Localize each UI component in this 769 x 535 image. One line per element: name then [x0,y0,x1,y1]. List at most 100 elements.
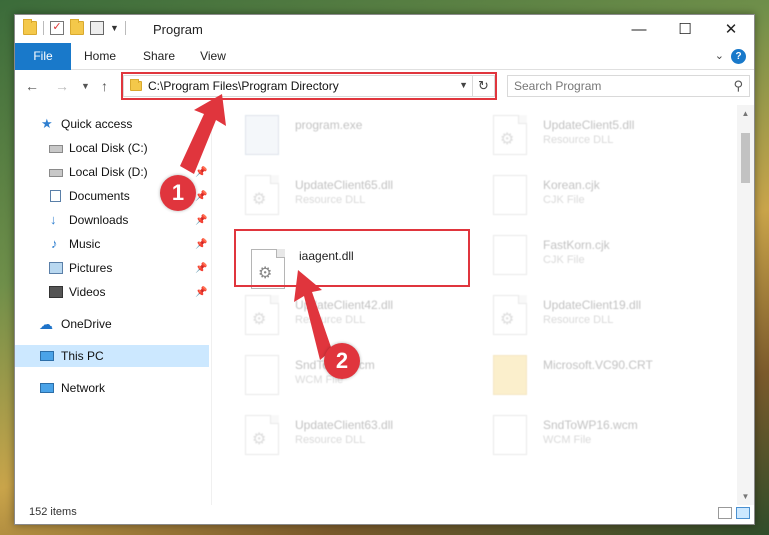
sidebar-item-label: Downloads [69,213,129,227]
tab-share[interactable]: Share [137,43,181,70]
back-arrow-icon[interactable]: ← [25,78,39,94]
up-arrow-icon[interactable]: ↑ [101,78,108,94]
file-item[interactable]: FastKorn.cjk CJK File [477,227,717,283]
forward-arrow-icon[interactable]: → [55,78,69,94]
folder-icon[interactable] [23,19,37,35]
file-name: UpdateClient5.dll [543,118,635,132]
pin-icon[interactable]: 📌 [195,263,207,274]
file-name: Microsoft.VC90.CRT [543,358,653,372]
file-type: Resource DLL [295,434,366,446]
search-input[interactable] [514,78,714,94]
sidebar-item-onedrive[interactable]: ☁ OneDrive [15,313,211,335]
status-bar: 152 items [15,502,754,524]
large-icons-view-icon[interactable] [736,507,750,519]
document-file-icon [245,355,279,395]
pane-divider[interactable] [211,105,212,505]
file-list: program.exe UpdateClient5.dll Resource D… [219,105,739,505]
sidebar-item-label: Videos [69,285,106,299]
expand-ribbon-chevron-icon[interactable]: ⌄ [715,49,724,62]
file-type: Resource DLL [543,314,614,326]
sidebar-item-videos[interactable]: Videos 📌 [15,281,211,303]
file-item[interactable]: UpdateClient5.dll Resource DLL [477,107,717,163]
file-type: CJK File [543,254,585,266]
sidebar-item-label: Quick access [61,117,133,131]
scrollbar-thumb[interactable] [741,133,750,183]
videos-icon [49,286,63,298]
help-icon[interactable]: ? [731,49,746,64]
step-1-badge: 1 [160,175,196,211]
onedrive-icon: ☁ [39,316,53,332]
toolbar-separator [43,21,44,35]
file-type: Resource DLL [295,314,366,326]
sidebar-item-label: Local Disk (D:) [69,165,148,179]
file-item[interactable]: Korean.cjk CJK File [477,167,717,223]
recent-locations-dropdown-icon[interactable]: ▼ [81,81,90,91]
sidebar-item-pictures[interactable]: Pictures 📌 [15,257,211,279]
tab-view[interactable]: View [195,43,231,70]
sidebar-item-network[interactable]: Network [15,377,211,399]
item-count: 152 items [29,506,77,518]
drive-icon [49,145,63,153]
tab-home[interactable]: Home [79,43,121,70]
sidebar-item-downloads[interactable]: ↓ Downloads 📌 [15,209,211,231]
tab-file[interactable]: File [15,43,71,70]
quick-access-toolbar: ✓ ▼ [23,19,126,35]
pin-icon[interactable]: 📌 [195,239,207,250]
sidebar-item-local-disk-c[interactable]: Local Disk (C:) [15,137,211,159]
file-type: Resource DLL [543,134,614,146]
minimize-button[interactable]: — [616,15,662,43]
document-file-icon [493,415,527,455]
file-item[interactable]: program.exe [229,107,469,163]
pin-icon[interactable]: 📌 [195,191,207,202]
file-name: UpdateClient63.dll [295,418,394,432]
view-buttons [718,507,750,519]
window-title: Program [153,22,203,37]
scroll-up-arrow-icon[interactable]: ▲ [737,105,754,122]
step-2-badge: 2 [324,343,360,379]
document-file-icon [493,175,527,215]
file-name: program.exe [295,118,363,132]
sidebar-item-label: OneDrive [61,317,112,331]
navigation-bar: ← → ▼ ↑ C:\Program Files\Program Directo… [15,71,754,101]
network-icon [40,383,54,393]
details-view-icon[interactable] [718,507,732,519]
file-item[interactable]: Microsoft.VC90.CRT [477,347,717,403]
sidebar-item-label: This PC [61,349,104,363]
customize-toolbar-dropdown-icon[interactable]: ▼ [110,23,119,33]
file-item[interactable]: UpdateClient65.dll Resource DLL [229,167,469,223]
properties-icon[interactable] [90,21,104,35]
file-item[interactable]: UpdateClient63.dll Resource DLL [229,407,469,463]
maximize-button[interactable]: ☐ [662,15,708,43]
file-item[interactable]: UpdateClient42.dll Resource DLL [229,287,469,343]
sidebar-item-music[interactable]: ♪ Music 📌 [15,233,211,255]
search-icon[interactable]: ⚲ [733,78,743,94]
drive-icon [49,169,63,177]
new-folder-icon[interactable] [70,19,84,35]
dll-file-icon [245,295,279,335]
sidebar-item-label: Network [61,381,106,395]
sidebar-item-label: Music [69,237,101,251]
toolbar-separator [124,21,126,35]
pin-icon[interactable]: 📌 [195,287,207,298]
search-box[interactable]: ⚲ [507,75,750,97]
file-type: WCM File [543,434,592,446]
sidebar-item-label: Documents [69,189,130,203]
properties-check-icon[interactable]: ✓ [50,21,64,35]
vertical-scrollbar[interactable]: ▲ ▼ [737,105,754,505]
file-name: SndToWP16.wcm [543,418,638,432]
file-item[interactable]: SndToWP16.wcm WCM File [477,407,717,463]
this-pc-icon [40,351,54,361]
pin-icon[interactable]: 📌 [195,167,207,178]
file-item[interactable]: UpdateClient19.dll Resource DLL [477,287,717,343]
sidebar-item-this-pc[interactable]: This PC [15,345,209,367]
file-highlight-box [234,229,470,287]
dll-file-icon [493,295,527,335]
dll-file-icon [245,175,279,215]
title-bar: ✓ ▼ Program — ☐ ✕ [15,15,754,43]
close-button[interactable]: ✕ [708,15,754,43]
sidebar-item-quick-access[interactable]: ★ Quick access [15,113,211,135]
pin-icon[interactable]: 📌 [195,215,207,226]
navigation-pane: ★ Quick access Local Disk (C:) Local Dis… [15,105,211,505]
music-icon: ♪ [51,236,58,251]
documents-icon [50,190,61,202]
